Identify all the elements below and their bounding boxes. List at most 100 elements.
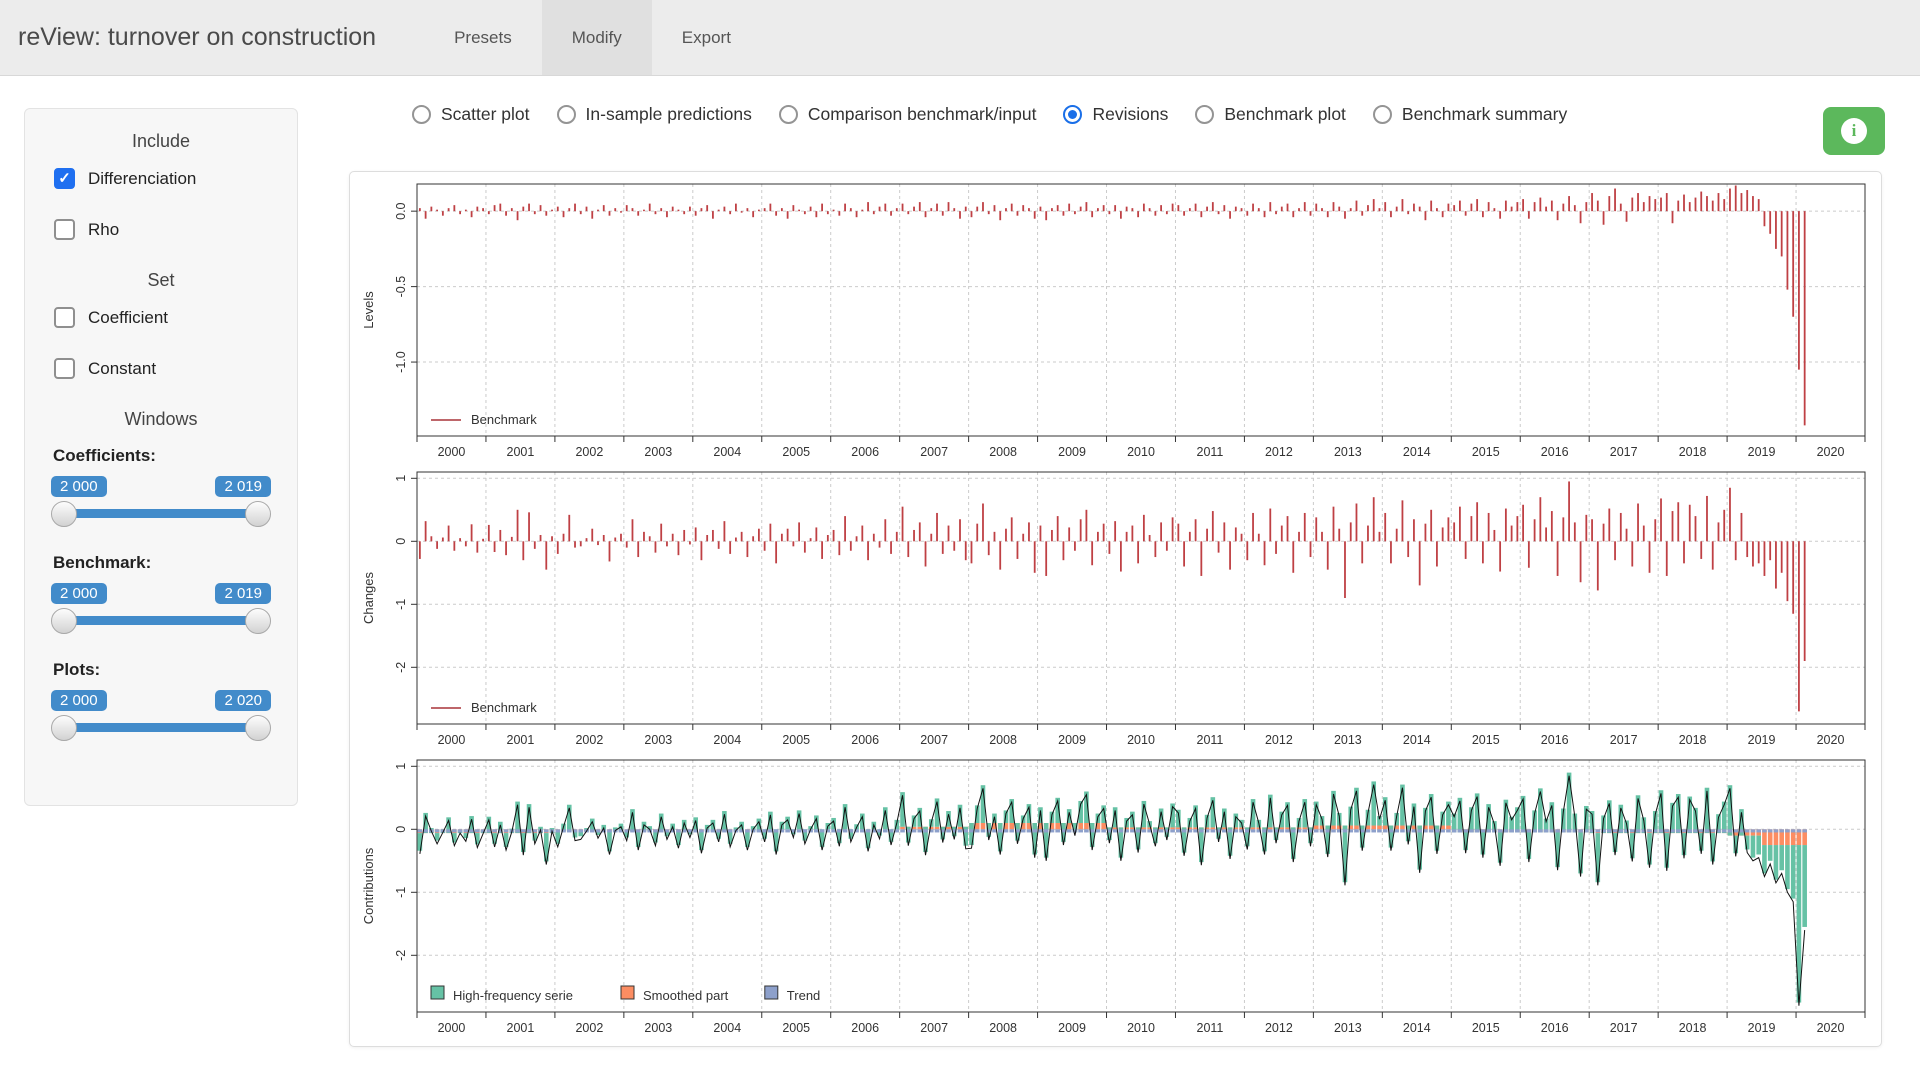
svg-text:2017: 2017	[1610, 445, 1638, 459]
svg-text:2014: 2014	[1403, 1021, 1431, 1035]
svg-text:2011: 2011	[1197, 1021, 1224, 1035]
radio-label: Revisions	[1092, 104, 1168, 125]
slider-handle-right[interactable]	[245, 715, 271, 741]
svg-text:2005: 2005	[782, 733, 810, 747]
radio-icon[interactable]	[1063, 105, 1082, 124]
radio-in-sample-predictions[interactable]: In-sample predictions	[557, 104, 752, 125]
svg-text:2005: 2005	[782, 1021, 810, 1035]
checkbox-icon[interactable]	[54, 168, 75, 189]
svg-text:2001: 2001	[507, 445, 535, 459]
radio-benchmark-plot[interactable]: Benchmark plot	[1195, 104, 1346, 125]
tab-presets[interactable]: Presets	[424, 0, 542, 75]
radio-icon[interactable]	[412, 105, 431, 124]
slider-title: Benchmark:	[53, 553, 271, 573]
tab-modify[interactable]: Modify	[542, 0, 652, 75]
levels-chart: 2000200120022003200420052006200720082009…	[357, 178, 1875, 466]
windows-header: Windows	[51, 409, 271, 430]
slider-track[interactable]	[61, 616, 261, 625]
tab-export[interactable]: Export	[652, 0, 761, 75]
svg-text:2002: 2002	[575, 1021, 603, 1035]
slider-handle-left[interactable]	[51, 715, 77, 741]
svg-text:2009: 2009	[1058, 1021, 1086, 1035]
svg-text:2003: 2003	[644, 1021, 672, 1035]
svg-text:2001: 2001	[507, 733, 535, 747]
slider-handle-left[interactable]	[51, 501, 77, 527]
svg-text:0: 0	[394, 826, 408, 833]
svg-text:Benchmark: Benchmark	[471, 412, 537, 427]
svg-text:Benchmark: Benchmark	[471, 700, 537, 715]
svg-text:2000: 2000	[438, 445, 466, 459]
svg-text:2016: 2016	[1541, 733, 1569, 747]
svg-text:Smoothed part: Smoothed part	[643, 988, 729, 1003]
slider-handle-right[interactable]	[245, 501, 271, 527]
svg-text:2002: 2002	[575, 445, 603, 459]
radio-benchmark-summary[interactable]: Benchmark summary	[1373, 104, 1567, 125]
svg-text:2012: 2012	[1265, 445, 1293, 459]
radio-icon[interactable]	[1373, 105, 1392, 124]
svg-text:Levels: Levels	[361, 291, 376, 329]
info-button[interactable]: i	[1823, 107, 1885, 155]
svg-text:2006: 2006	[851, 445, 879, 459]
svg-text:Changes: Changes	[361, 571, 376, 624]
top-bar: reView: turnover on construction Presets…	[0, 0, 1920, 76]
checkbox-icon[interactable]	[54, 358, 75, 379]
slider-track[interactable]	[61, 723, 261, 732]
svg-text:2009: 2009	[1058, 445, 1086, 459]
slider-title: Coefficients:	[53, 446, 271, 466]
info-icon: i	[1841, 118, 1867, 144]
svg-text:2008: 2008	[989, 445, 1017, 459]
slider-to-value: 2 019	[215, 476, 271, 497]
svg-text:0.0: 0.0	[394, 202, 408, 219]
contributions-chart: 2000200120022003200420052006200720082009…	[357, 754, 1875, 1042]
svg-text:Contributions: Contributions	[361, 847, 376, 924]
include-header: Include	[51, 131, 271, 152]
svg-text:-1: -1	[394, 599, 408, 610]
svg-text:2000: 2000	[438, 1021, 466, 1035]
svg-text:2017: 2017	[1610, 733, 1638, 747]
slider-handle-left[interactable]	[51, 608, 77, 634]
slider-track[interactable]	[61, 509, 261, 518]
svg-text:2010: 2010	[1127, 1021, 1155, 1035]
radio-scatter-plot[interactable]: Scatter plot	[412, 104, 530, 125]
radio-comparison-benchmark-input[interactable]: Comparison benchmark/input	[779, 104, 1037, 125]
radio-icon[interactable]	[779, 105, 798, 124]
svg-text:1: 1	[394, 475, 408, 482]
svg-text:2008: 2008	[989, 733, 1017, 747]
slider-benchmark: Benchmark: 2 000 2 019	[51, 553, 271, 634]
slider-handle-right[interactable]	[245, 608, 271, 634]
svg-text:2018: 2018	[1679, 1021, 1707, 1035]
svg-text:2004: 2004	[713, 1021, 741, 1035]
radio-revisions[interactable]: Revisions	[1063, 104, 1168, 125]
sidebar-panel: Include Differenciation Rho Set Coeffici…	[24, 108, 298, 806]
svg-text:2020: 2020	[1817, 733, 1845, 747]
svg-text:1: 1	[394, 763, 408, 770]
svg-text:2013: 2013	[1334, 1021, 1362, 1035]
svg-text:2009: 2009	[1058, 733, 1086, 747]
slider-from-value: 2 000	[51, 583, 107, 604]
slider-coefficients: Coefficients: 2 000 2 019	[51, 446, 271, 527]
checkbox-label: Rho	[88, 220, 119, 240]
revisions-chart-card: 2000200120022003200420052006200720082009…	[349, 171, 1882, 1047]
svg-text:2019: 2019	[1748, 445, 1776, 459]
set-header: Set	[51, 270, 271, 291]
radio-icon[interactable]	[557, 105, 576, 124]
radio-label: Benchmark summary	[1402, 104, 1567, 125]
checkbox-rho[interactable]: Rho	[54, 219, 271, 240]
checkbox-icon[interactable]	[54, 219, 75, 240]
radio-label: Comparison benchmark/input	[808, 104, 1037, 125]
checkbox-icon[interactable]	[54, 307, 75, 328]
checkbox-label: Differenciation	[88, 169, 196, 189]
svg-text:2011: 2011	[1197, 733, 1224, 747]
svg-text:2020: 2020	[1817, 445, 1845, 459]
svg-text:2014: 2014	[1403, 733, 1431, 747]
svg-text:2016: 2016	[1541, 445, 1569, 459]
svg-text:2013: 2013	[1334, 445, 1362, 459]
slider-to-value: 2 019	[215, 583, 271, 604]
svg-text:2011: 2011	[1197, 445, 1224, 459]
radio-icon[interactable]	[1195, 105, 1214, 124]
checkbox-differenciation[interactable]: Differenciation	[54, 168, 271, 189]
svg-text:2001: 2001	[507, 1021, 535, 1035]
svg-text:2006: 2006	[851, 733, 879, 747]
checkbox-constant[interactable]: Constant	[54, 358, 271, 379]
checkbox-coefficient[interactable]: Coefficient	[54, 307, 271, 328]
